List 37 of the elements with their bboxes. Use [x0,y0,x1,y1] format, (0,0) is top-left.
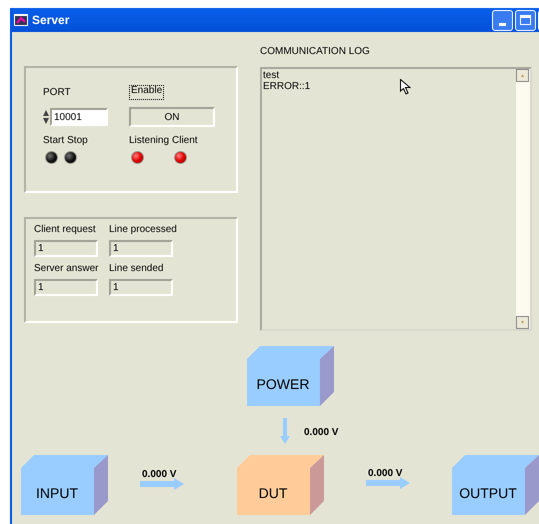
led-label: Stop [67,134,88,148]
right-arrow [140,478,184,490]
down-arrow [280,418,290,444]
led-label: Listening [129,134,170,148]
scroll-up-icon[interactable] [516,69,529,82]
log-line: test [263,70,280,81]
log-title: COMMUNICATION LOG [260,45,371,59]
counter-field: 1 [34,240,98,257]
counter-label: Server answer [34,262,100,276]
log-line: ERROR::1 [263,81,310,92]
enable-indicator: ON [129,107,215,127]
scrollbar[interactable] [516,69,530,329]
cursor-icon [400,79,411,95]
app-icon [14,14,28,26]
maximize-button[interactable] [515,10,536,30]
scroll-down-icon[interactable] [516,316,529,329]
led-label: Start [43,134,64,148]
counter-label: Client request [34,223,97,237]
minimize-button[interactable] [492,10,513,30]
block-label: DUT [258,485,288,501]
counter-label: Line processed [109,223,178,237]
block-label: POWER [256,376,310,392]
counter-field: 1 [34,279,98,296]
enable-label: Enable [129,85,164,100]
port-label: PORT [43,86,72,100]
counter-label: Line sended [109,262,164,276]
block-label: OUTPUT [459,485,517,501]
counter-field: 1 [109,279,173,296]
right-arrow [366,477,410,489]
counter-field: 1 [109,240,173,257]
port-field[interactable]: 10001 [50,108,108,126]
block-label: INPUT [36,485,78,501]
led-label: Client [172,134,199,148]
voltage-reading: 0.000 V [142,468,176,482]
window-title: Server [32,12,70,29]
voltage-reading: 0.000 V [368,467,402,481]
voltage-reading: 0.000 V [304,426,338,440]
